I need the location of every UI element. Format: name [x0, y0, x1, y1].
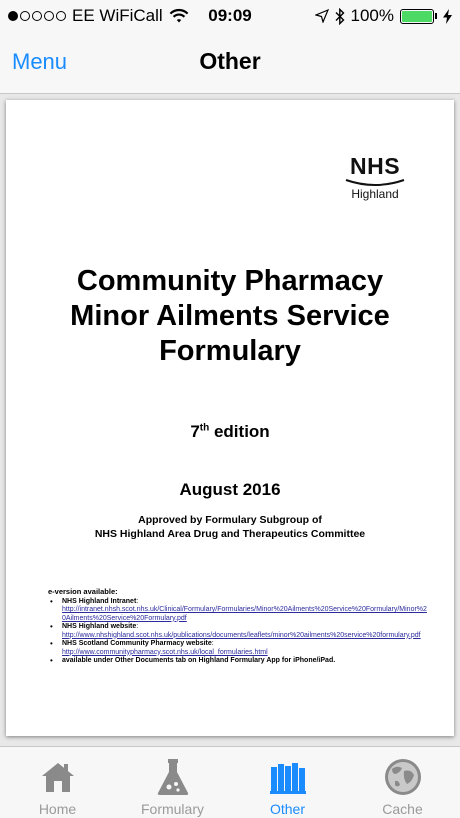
list-item: NHS Highland website: http://www.nhshigh…: [48, 623, 428, 640]
document-title-line: Formulary: [159, 335, 301, 367]
eversion-label: NHS Highland website: [62, 623, 137, 630]
bluetooth-icon: [335, 7, 345, 25]
page-title: Other: [199, 48, 261, 74]
nav-bar: Menu Other: [0, 32, 460, 94]
status-right: 100%: [314, 6, 452, 26]
tab-label: Formulary: [140, 801, 204, 817]
tab-other[interactable]: Other: [230, 747, 345, 818]
flask-icon: [153, 757, 193, 797]
eversion-link[interactable]: http://www.communitypharmacy.scot.nhs.uk…: [62, 649, 428, 658]
tab-home[interactable]: Home: [0, 747, 115, 818]
battery-icon: [400, 8, 434, 24]
eversion-heading: e-version available:: [48, 587, 118, 596]
books-icon: [268, 757, 308, 797]
tab-label: Cache: [382, 801, 423, 817]
approval-statement: Approved by Formulary Subgroup of NHS Hi…: [6, 513, 454, 541]
status-bar: EE WiFiCall 09:09 100%: [0, 0, 460, 32]
eversion-link[interactable]: http://www.nhshighland.scot.nhs.uk/publi…: [62, 632, 428, 641]
location-arrow-icon: [314, 9, 329, 23]
battery-percent: 100%: [350, 6, 394, 25]
edition-word: edition: [213, 422, 270, 441]
document-viewer[interactable]: NHS Highland Community Pharmacy Minor Ai…: [0, 94, 460, 746]
list-item: NHS Highland Intranet: http://intranet.n…: [48, 598, 428, 624]
eversion-section: e-version available: NHS Highland Intran…: [48, 587, 428, 666]
document-title-line: Community Pharmacy: [76, 265, 384, 297]
list-item: available under Other Documents tab on H…: [48, 657, 428, 666]
house-icon: [38, 757, 78, 797]
nhs-logo-mark: NHS: [349, 153, 401, 179]
eversion-list: NHS Highland Intranet: http://intranet.n…: [48, 598, 428, 666]
tab-label: Home: [38, 801, 77, 817]
nhs-logo-region: Highland: [351, 187, 399, 201]
edition-suffix: th: [199, 422, 210, 434]
nhs-highland-logo: NHS Highland: [344, 154, 406, 201]
eversion-label: NHS Scotland Community Pharmacy website: [62, 640, 212, 647]
menu-button[interactable]: Menu: [12, 49, 67, 75]
eversion-label: NHS Highland Intranet: [62, 597, 137, 605]
charging-bolt-icon: [443, 8, 452, 24]
tab-label: Other: [269, 801, 305, 817]
edition-number: 7: [190, 422, 200, 441]
document-title: Community Pharmacy Minor Ailments Servic…: [6, 264, 454, 369]
tab-cache[interactable]: Cache: [345, 747, 460, 818]
edition: 7th edition: [6, 422, 454, 442]
approval-line: Approved by Formulary Subgroup of: [138, 514, 322, 526]
document-title-line: Minor Ailments Service: [70, 300, 390, 332]
list-item: NHS Scotland Community Pharmacy website:…: [48, 640, 428, 657]
eversion-label: available under Other Documents tab on H…: [62, 657, 336, 664]
tab-bar: Home Formulary Other Cache: [0, 746, 460, 818]
approval-line: NHS Highland Area Drug and Therapeutics …: [94, 528, 366, 540]
tab-formulary[interactable]: Formulary: [115, 747, 230, 818]
eversion-link[interactable]: http://intranet.nhsh.scot.nhs.uk/Clinica…: [62, 606, 428, 623]
globe-icon: [383, 757, 423, 797]
document-page: NHS Highland Community Pharmacy Minor Ai…: [6, 100, 454, 736]
document-date: August 2016: [179, 480, 281, 499]
battery-tip: [435, 13, 437, 19]
